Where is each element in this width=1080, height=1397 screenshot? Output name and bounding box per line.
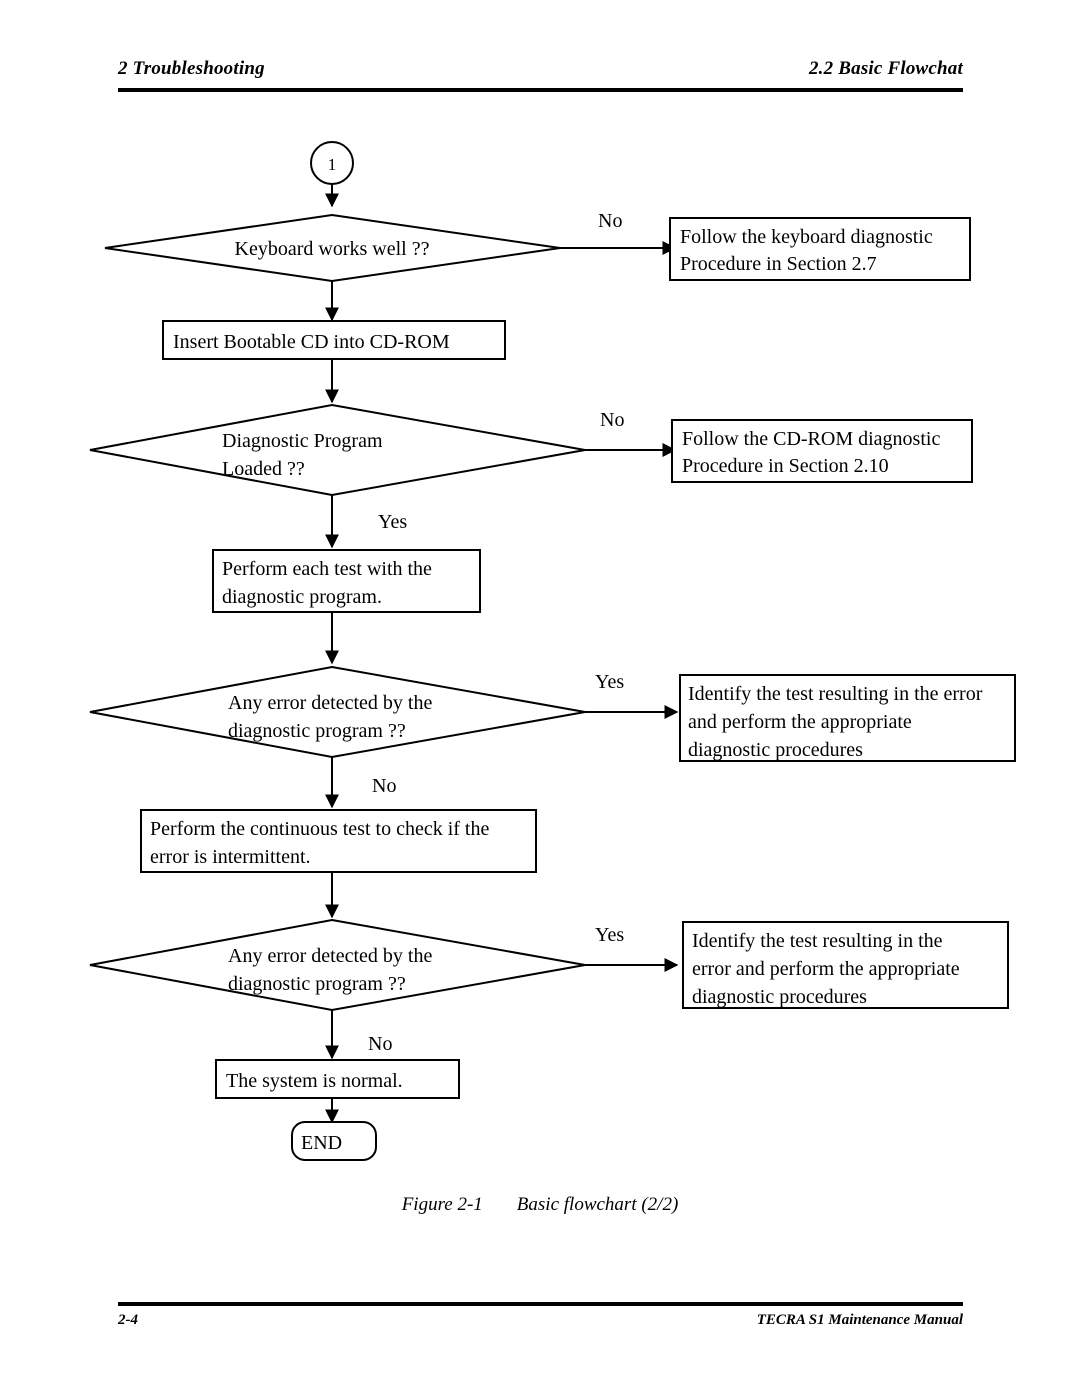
flowchart-diagram: 1 Keyboard works well ?? No Follow the k… [0,110,1080,1185]
header-section-label: 2 Troubleshooting [118,58,265,79]
edge-label-d3-no: No [372,775,396,797]
decision-diagnostic-program-loaded-line1: Diagnostic Program [222,430,383,452]
page-footer: 2-4 TECRA S1 Maintenance Manual [118,1302,963,1348]
process-cdrom-diagnostic-line2: Procedure in Section 2.10 [682,455,889,477]
process-keyboard-diagnostic-line1: Follow the keyboard diagnostic [680,226,933,248]
process-insert-bootable-cd-label: Insert Bootable CD into CD-ROM [173,331,450,353]
decision-diagnostic-program-loaded-line2: Loaded ?? [222,458,305,480]
decision-any-error-detected-first: Any error detected by the diagnostic pro… [89,665,586,759]
process-identify-test-first: Identify the test resulting in the error… [679,674,1016,762]
terminator-end: END [291,1121,377,1161]
process-insert-bootable-cd: Insert Bootable CD into CD-ROM [162,320,506,360]
page-number: 2-4 [118,1312,138,1328]
process-identify-test-second-line3: diagnostic procedures [692,986,867,1008]
process-continuous-test-line1: Perform the continuous test to check if … [150,818,489,840]
process-identify-test-second-line2: error and perform the appropriate [692,958,960,980]
process-perform-each-test: Perform each test with the diagnostic pr… [212,549,481,613]
process-cdrom-diagnostic: Follow the CD-ROM diagnostic Procedure i… [671,419,973,483]
decision-any-error-detected-second: Any error detected by the diagnostic pro… [89,918,586,1012]
process-system-normal: The system is normal. [215,1059,460,1099]
process-identify-test-first-line1: Identify the test resulting in the error [688,683,983,705]
decision-any-error-detected-second-line1: Any error detected by the [228,945,432,967]
manual-title: TECRA S1 Maintenance Manual [756,1312,963,1328]
decision-keyboard-works-label: Keyboard works well ?? [235,238,430,260]
process-keyboard-diagnostic: Follow the keyboard diagnostic Procedure… [669,217,971,281]
process-identify-test-second: Identify the test resulting in the error… [682,921,1009,1009]
edge-label-d4-yes: Yes [595,924,624,946]
decision-any-error-detected-first-line2: diagnostic program ?? [228,720,406,742]
decision-keyboard-works: Keyboard works well ?? [104,213,561,283]
process-keyboard-diagnostic-line2: Procedure in Section 2.7 [680,253,877,275]
process-continuous-test-line2: error is intermittent. [150,846,311,868]
header-rule [118,88,963,92]
connector-circle-1: 1 [310,141,354,185]
process-perform-each-test-line2: diagnostic program. [222,586,382,608]
process-cdrom-diagnostic-line1: Follow the CD-ROM diagnostic [682,428,940,450]
figure-number: Figure 2-1 [401,1194,483,1215]
header-subsection-label: 2.2 Basic Flowchat [808,58,963,79]
process-system-normal-label: The system is normal. [226,1070,403,1092]
edge-label-d2-no: No [600,409,624,431]
process-identify-test-second-line1: Identify the test resulting in the [692,930,943,952]
decision-diagnostic-program-loaded: Diagnostic Program Loaded ?? [89,403,586,497]
figure-title: Basic flowchart (2/2) [516,1194,679,1215]
process-perform-each-test-line1: Perform each test with the [222,558,432,580]
terminator-end-label: END [301,1132,342,1154]
decision-any-error-detected-first-line1: Any error detected by the [228,692,432,714]
edge-label-d1-no: No [598,210,622,232]
process-continuous-test: Perform the continuous test to check if … [140,809,537,873]
footer-rule [118,1302,963,1306]
connector-label: 1 [328,155,337,174]
edge-label-d3-yes: Yes [595,671,624,693]
decision-any-error-detected-second-line2: diagnostic program ?? [228,973,406,995]
process-identify-test-first-line2: and perform the appropriate [688,711,912,733]
edge-label-d4-no: No [368,1033,392,1055]
page-header: 2 Troubleshooting 2.2 Basic Flowchat [118,58,963,98]
figure-caption: Figure 2-1 Basic flowchart (2/2) [0,1194,1080,1216]
edge-label-d2-yes: Yes [378,511,407,533]
process-identify-test-first-line3: diagnostic procedures [688,739,863,761]
